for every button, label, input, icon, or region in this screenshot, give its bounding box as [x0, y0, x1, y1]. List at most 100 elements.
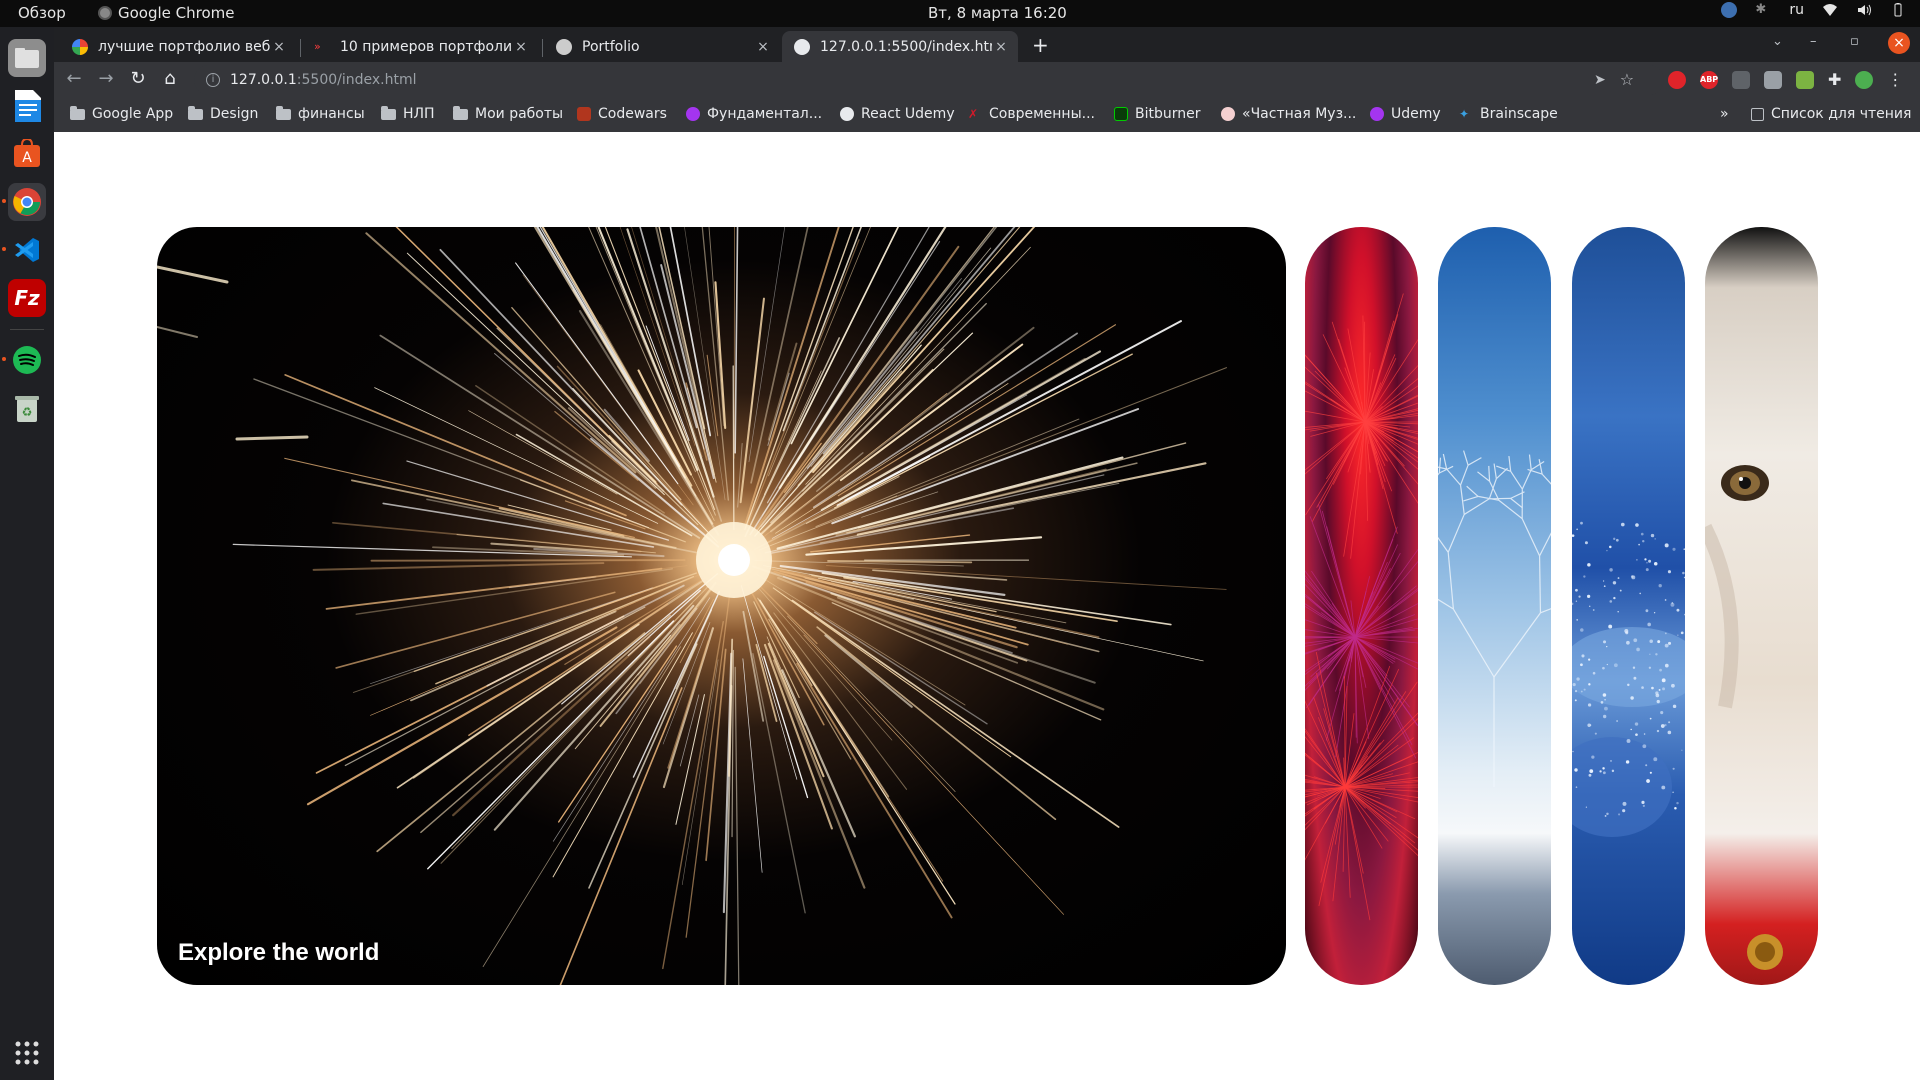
- app-name: Google Chrome: [118, 4, 235, 22]
- new-tab-button[interactable]: +: [1032, 33, 1049, 57]
- sparkler-image: [157, 227, 1228, 985]
- dog-image: [1705, 465, 1783, 970]
- brainscape-icon: ✦: [1459, 107, 1470, 121]
- folder-icon: [381, 105, 396, 120]
- panel-fireworks[interactable]: [1305, 227, 1418, 985]
- reading-list-button[interactable]: Список для чтения: [1751, 106, 1911, 122]
- bookmark-private-music[interactable]: «Частная Муз...: [1221, 106, 1356, 122]
- wifi-icon[interactable]: [1822, 2, 1838, 18]
- extension-green-icon[interactable]: [1796, 70, 1814, 89]
- bookmark-label: Udemy: [1391, 106, 1441, 122]
- frosted-tree-image: [1438, 450, 1551, 787]
- bookmark-fundamentals[interactable]: Фундаментал...: [686, 106, 822, 122]
- ubuntu-software-icon[interactable]: A: [8, 135, 46, 173]
- tab-localhost[interactable]: 127.0.0.1:5500/index.html ×: [782, 31, 1018, 62]
- home-button[interactable]: ⌂: [158, 68, 182, 89]
- svg-text:♻: ♻: [22, 405, 33, 419]
- bookmark-label: Brainscape: [1480, 106, 1558, 122]
- close-tab-icon[interactable]: ×: [754, 39, 772, 55]
- close-tab-icon[interactable]: ×: [992, 39, 1010, 55]
- adblock-icon[interactable]: ABP: [1700, 70, 1718, 89]
- bookmark-modern[interactable]: ✗ Современны...: [968, 106, 1095, 122]
- folder-icon: [188, 105, 203, 120]
- tab-portfolio[interactable]: Portfolio ×: [544, 31, 780, 62]
- clock[interactable]: Вт, 8 марта 16:20: [928, 4, 1067, 22]
- bookmark-google-app[interactable]: Google App: [70, 105, 173, 122]
- bookmark-my-works[interactable]: Мои работы: [453, 105, 563, 122]
- minimize-button[interactable]: –: [1810, 34, 1817, 49]
- bookmark-nlp[interactable]: НЛП: [381, 105, 435, 122]
- bookmark-design[interactable]: Design: [188, 105, 259, 122]
- panel-frosted-tree[interactable]: [1438, 227, 1551, 985]
- close-window-button[interactable]: ×: [1888, 32, 1910, 54]
- system-top-bar: Обзор Google Chrome Вт, 8 марта 16:20 ✱ …: [0, 0, 1920, 27]
- send-icon[interactable]: ➤: [1594, 72, 1606, 88]
- bookmark-star-icon[interactable]: ☆: [1620, 70, 1634, 89]
- google-favicon-icon: [72, 38, 88, 55]
- bookmark-label: «Частная Муз...: [1242, 106, 1357, 122]
- more-bookmarks-button[interactable]: »: [1720, 106, 1729, 122]
- bookmark-label: Codewars: [598, 106, 667, 122]
- show-applications-icon[interactable]: [14, 1040, 40, 1066]
- tab-portfolio-search[interactable]: лучшие портфолио веб р ×: [60, 31, 296, 62]
- system-tray[interactable]: ✱ ru: [1721, 2, 1906, 18]
- address-bar[interactable]: i 127.0.0.1:5500/index.html: [194, 65, 1664, 95]
- browser-window: лучшие портфолио веб р × » 10 примеров п…: [54, 27, 1920, 132]
- forward-button[interactable]: →: [94, 68, 118, 89]
- bookmark-brainscape[interactable]: ✦ Brainscape: [1459, 106, 1558, 122]
- files-icon[interactable]: [8, 39, 46, 77]
- bookmark-label: Фундаментал...: [707, 106, 823, 122]
- site-info-icon[interactable]: i: [206, 73, 220, 87]
- x-icon: ✗: [968, 107, 979, 121]
- url-host: 127.0.0.1: [230, 72, 297, 88]
- bookmark-bitburner[interactable]: Bitburner: [1114, 106, 1201, 122]
- tab-portfolio-examples[interactable]: » 10 примеров портфолио ×: [302, 31, 538, 62]
- back-button[interactable]: ←: [62, 68, 86, 89]
- codewars-icon: [577, 107, 591, 121]
- panel-snow[interactable]: [1572, 227, 1685, 985]
- trash-icon[interactable]: ♻: [8, 389, 46, 427]
- extension-red-icon[interactable]: [1668, 70, 1686, 89]
- battery-icon[interactable]: [1890, 2, 1906, 18]
- music-school-icon: [1221, 107, 1235, 121]
- maximize-button[interactable]: ▫: [1850, 34, 1859, 49]
- bookmark-codewars[interactable]: Codewars: [577, 106, 667, 122]
- browser-toolbar: ← → ↻ ⌂ i 127.0.0.1:5500/index.html ➤ ☆ …: [54, 62, 1920, 98]
- udemy-icon: [686, 107, 700, 121]
- svg-text:A: A: [22, 150, 32, 166]
- network-status-icon[interactable]: [1721, 2, 1738, 18]
- tab-strip: лучшие портфолио веб р × » 10 примеров п…: [54, 27, 1920, 62]
- libreoffice-writer-icon[interactable]: [8, 87, 46, 125]
- profile-avatar-icon[interactable]: [1855, 70, 1874, 89]
- extension-cast-icon[interactable]: [1732, 70, 1750, 89]
- close-tab-icon[interactable]: ×: [270, 39, 288, 55]
- bookmark-label: React Udemy: [861, 106, 955, 122]
- tab-search-icon[interactable]: ⌄: [1772, 34, 1783, 49]
- bookmark-finance[interactable]: финансы: [276, 105, 365, 122]
- bluetooth-icon[interactable]: ✱: [1755, 2, 1771, 18]
- bookmark-label: финансы: [298, 106, 365, 122]
- language-indicator[interactable]: ru: [1789, 2, 1804, 18]
- activities-button[interactable]: Обзор: [18, 4, 66, 22]
- reload-button[interactable]: ↻: [126, 68, 150, 89]
- bookmark-label: Design: [210, 106, 259, 122]
- spotify-icon[interactable]: [2, 341, 46, 379]
- chrome-icon[interactable]: [2, 183, 46, 221]
- bookmark-udemy[interactable]: Udemy: [1370, 106, 1441, 122]
- filezilla-icon[interactable]: Fz: [8, 279, 46, 317]
- menu-icon[interactable]: ⋮: [1887, 70, 1903, 89]
- reading-list-icon: [1751, 107, 1764, 121]
- app-menu[interactable]: Google Chrome: [98, 4, 235, 22]
- bookmark-label: Bitburner: [1135, 106, 1201, 122]
- extension-gray-icon[interactable]: [1764, 70, 1782, 89]
- volume-icon[interactable]: [1856, 2, 1872, 18]
- panel-dog[interactable]: [1705, 227, 1818, 985]
- extensions-puzzle-icon[interactable]: ✚: [1828, 70, 1841, 89]
- panel-sparkler[interactable]: Explore the world: [157, 227, 1286, 985]
- bookmark-react-udemy[interactable]: React Udemy: [840, 106, 955, 122]
- vscode-icon[interactable]: [2, 231, 46, 269]
- tab-title: лучшие портфолио веб р: [98, 38, 270, 55]
- close-tab-icon[interactable]: ×: [512, 39, 530, 55]
- tab-title: 127.0.0.1:5500/index.html: [820, 38, 992, 55]
- bitburner-icon: [1114, 107, 1128, 121]
